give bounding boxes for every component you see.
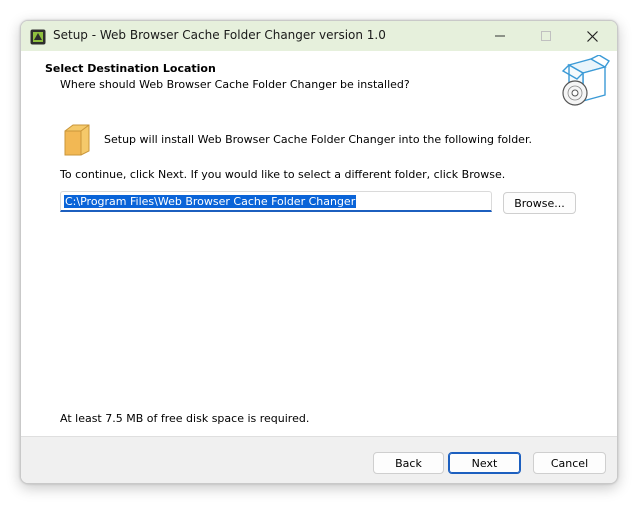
continue-instructions-text: To continue, click Next. If you would li…: [60, 168, 506, 181]
minimize-icon: [495, 35, 505, 37]
page-title: Select Destination Location: [45, 62, 216, 75]
destination-path-input[interactable]: C:\Program Files\Web Browser Cache Folde…: [60, 191, 492, 212]
cancel-button[interactable]: Cancel: [533, 452, 606, 474]
folder-icon: [64, 124, 90, 156]
box-with-disc-icon: [561, 55, 610, 106]
close-button[interactable]: [569, 21, 615, 51]
window-title: Setup - Web Browser Cache Folder Changer…: [53, 28, 386, 42]
back-button[interactable]: Back: [373, 452, 444, 474]
setup-window: Setup - Web Browser Cache Folder Changer…: [20, 20, 618, 484]
close-icon: [586, 30, 598, 42]
minimize-button[interactable]: [477, 21, 523, 51]
maximize-icon: [541, 31, 551, 41]
button-bar: Back Next Cancel: [21, 436, 617, 483]
title-bar[interactable]: Setup - Web Browser Cache Folder Changer…: [21, 21, 617, 51]
install-location-text: Setup will install Web Browser Cache Fol…: [104, 133, 532, 146]
destination-path-value: C:\Program Files\Web Browser Cache Folde…: [64, 195, 357, 208]
maximize-button: [523, 21, 569, 51]
disk-space-text: At least 7.5 MB of free disk space is re…: [60, 412, 310, 425]
setup-app-icon: [30, 29, 46, 45]
page-subtitle: Where should Web Browser Cache Folder Ch…: [60, 78, 410, 91]
browse-button[interactable]: Browse...: [503, 192, 576, 214]
next-button[interactable]: Next: [448, 452, 521, 474]
